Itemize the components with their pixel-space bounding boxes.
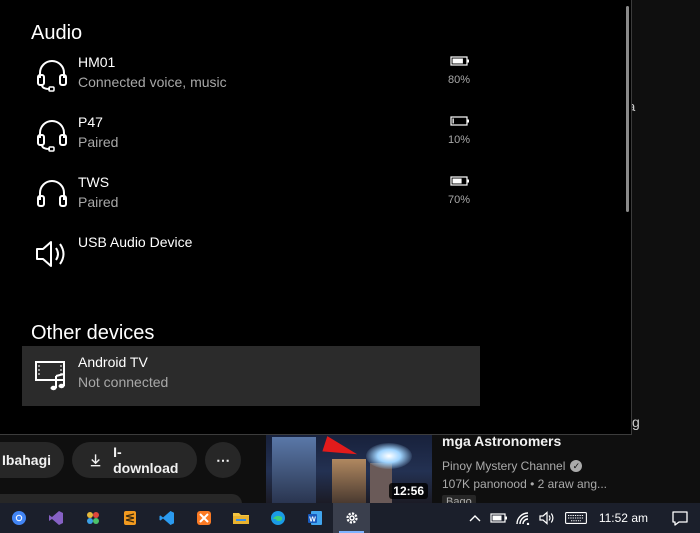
device-hm01[interactable]: HM01 Connected voice, music 80% (22, 46, 480, 106)
video-duration: 12:56 (389, 483, 428, 499)
other-devices-section-title: Other devices (31, 322, 155, 344)
device-usb-audio[interactable]: USB Audio Device (22, 226, 480, 286)
channel-name[interactable]: Pinoy Mystery Channel (442, 459, 565, 473)
taskbar: W 11:52 am (0, 503, 700, 533)
taskbar-app-xampp[interactable] (185, 503, 222, 533)
share-button[interactable]: Ibahagi (0, 442, 64, 478)
battery-charging-icon (490, 513, 507, 523)
video-actions: Ibahagi I-download ⋯ (0, 440, 241, 480)
device-status: Not connected (78, 374, 169, 390)
battery-percent: 10% (447, 134, 470, 146)
edge-icon (270, 511, 285, 525)
system-tray: 11:52 am (463, 503, 700, 533)
volume-icon (539, 511, 554, 525)
battery-icon (450, 116, 469, 126)
device-status: Paired (78, 194, 119, 210)
bluetooth-devices-flyout: Audio HM01 Connected voice, music 80% P4… (0, 0, 632, 435)
device-status: Paired (78, 134, 119, 150)
visual-studio-icon (48, 511, 63, 525)
word-icon: W (307, 511, 322, 525)
headset-icon (37, 120, 67, 152)
headphones-icon (37, 180, 67, 207)
device-name: HM01 (78, 54, 116, 70)
headset-icon (37, 60, 67, 92)
taskbar-app-file-explorer[interactable] (222, 503, 259, 533)
file-explorer-icon (232, 513, 249, 524)
device-status: Connected voice, music (78, 74, 227, 90)
chevron-up-icon (469, 515, 481, 522)
taskbar-app-color[interactable] (74, 503, 111, 533)
volume-tray-button[interactable] (535, 503, 559, 533)
battery-percent: 70% (447, 194, 470, 206)
more-icon: ⋯ (216, 451, 230, 468)
recommended-video[interactable]: 12:56 mga Astronomers Pinoy Mystery Chan… (266, 433, 700, 509)
share-label: Ibahagi (2, 452, 52, 468)
taskbar-app-sublime[interactable] (111, 503, 148, 533)
xampp-icon (196, 511, 211, 525)
color-app-icon (86, 512, 99, 524)
device-name: P47 (78, 114, 103, 130)
video-meta: 107K panonood • 2 araw ang... (442, 477, 607, 491)
taskbar-app-vscode[interactable] (148, 503, 185, 533)
taskbar-app-settings[interactable] (333, 503, 370, 533)
taskbar-app-word[interactable]: W (296, 503, 333, 533)
scrollbar[interactable] (626, 6, 629, 212)
device-tws[interactable]: TWS Paired 70% (22, 166, 480, 226)
download-icon (90, 454, 101, 467)
device-p47[interactable]: P47 Paired 10% (22, 106, 480, 166)
taskbar-app-visual-studio[interactable] (37, 503, 74, 533)
taskbar-clock[interactable]: 11:52 am (593, 511, 660, 525)
video-thumbnail[interactable]: 12:56 (266, 433, 432, 503)
network-tray-button[interactable] (511, 503, 535, 533)
sublime-icon (123, 511, 136, 525)
audio-section-title: Audio (31, 22, 83, 44)
download-label: I-download (113, 444, 179, 476)
keyboard-icon (564, 512, 587, 524)
video-info: mga Astronomers Pinoy Mystery Channel ✓ … (442, 433, 700, 510)
device-name: TWS (78, 174, 110, 190)
text-fragment: g (632, 414, 640, 430)
device-name: Android TV (78, 354, 148, 370)
vscode-icon (159, 511, 174, 525)
tv-music-icon (35, 361, 65, 391)
taskbar-app-chrome[interactable] (0, 503, 37, 533)
wifi-icon (516, 512, 530, 525)
settings-icon (345, 512, 358, 524)
download-button[interactable]: I-download (72, 442, 197, 478)
more-actions-button[interactable]: ⋯ (205, 442, 241, 478)
battery-icon (450, 176, 469, 186)
show-hidden-icons-button[interactable] (463, 503, 487, 533)
notification-icon (672, 510, 688, 526)
svg-text:W: W (309, 516, 316, 523)
thumb-building (272, 437, 316, 503)
keyboard-tray-button[interactable] (559, 503, 593, 533)
action-center-button[interactable] (660, 503, 700, 533)
channel-row: Pinoy Mystery Channel ✓ (442, 459, 700, 473)
battery-percent: 80% (447, 74, 470, 86)
thumb-red-arrow (322, 436, 360, 462)
speaker-icon (36, 241, 65, 267)
battery-tray-button[interactable] (487, 503, 511, 533)
device-name: USB Audio Device (78, 234, 193, 250)
taskbar-app-edge[interactable] (259, 503, 296, 533)
video-title[interactable]: mga Astronomers (442, 433, 700, 449)
thumb-ufo-glow (366, 443, 412, 469)
chrome-icon (11, 511, 26, 525)
battery-icon (450, 56, 469, 66)
verified-icon: ✓ (570, 460, 583, 472)
thumb-building (332, 459, 366, 503)
device-android-tv[interactable]: Android TV Not connected (22, 346, 480, 406)
